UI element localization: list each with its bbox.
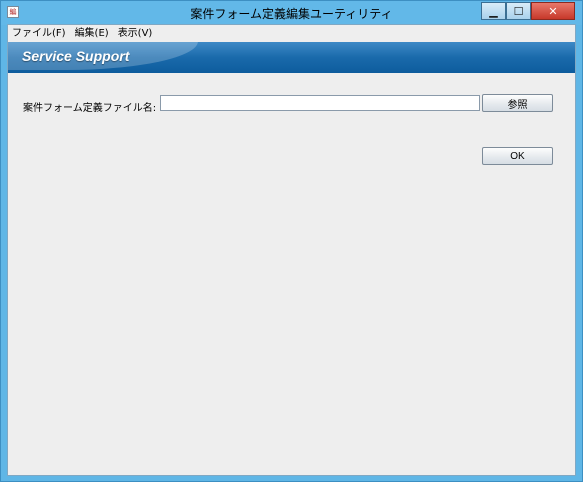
client-area: ファイル(F) 編集(E) 表示(V) Service Support 案件フォ…	[7, 24, 576, 476]
close-button[interactable]: ✕	[531, 2, 575, 20]
definition-file-input[interactable]	[160, 95, 480, 111]
menu-edit[interactable]: 編集(E)	[71, 25, 114, 42]
menu-view[interactable]: 表示(V)	[114, 25, 158, 42]
window-controls: ▁ ☐ ✕	[481, 2, 575, 20]
title-bar[interactable]: 編 案件フォーム定義編集ユーティリティ ▁ ☐ ✕	[1, 1, 582, 25]
bottom-border	[8, 471, 575, 475]
definition-file-label: 案件フォーム定義ファイル名:	[23, 103, 157, 114]
maximize-button[interactable]: ☐	[506, 2, 531, 20]
browse-button[interactable]: 参照	[482, 94, 553, 112]
banner-title: Service Support	[22, 48, 130, 64]
menu-file[interactable]: ファイル(F)	[8, 25, 71, 42]
app-window: 編 案件フォーム定義編集ユーティリティ ▁ ☐ ✕ ファイル(F) 編集(E) …	[0, 0, 583, 482]
header-banner: Service Support	[8, 42, 575, 73]
menu-bar: ファイル(F) 編集(E) 表示(V)	[8, 25, 575, 42]
minimize-button[interactable]: ▁	[481, 2, 506, 20]
ok-button[interactable]: OK	[482, 147, 553, 165]
